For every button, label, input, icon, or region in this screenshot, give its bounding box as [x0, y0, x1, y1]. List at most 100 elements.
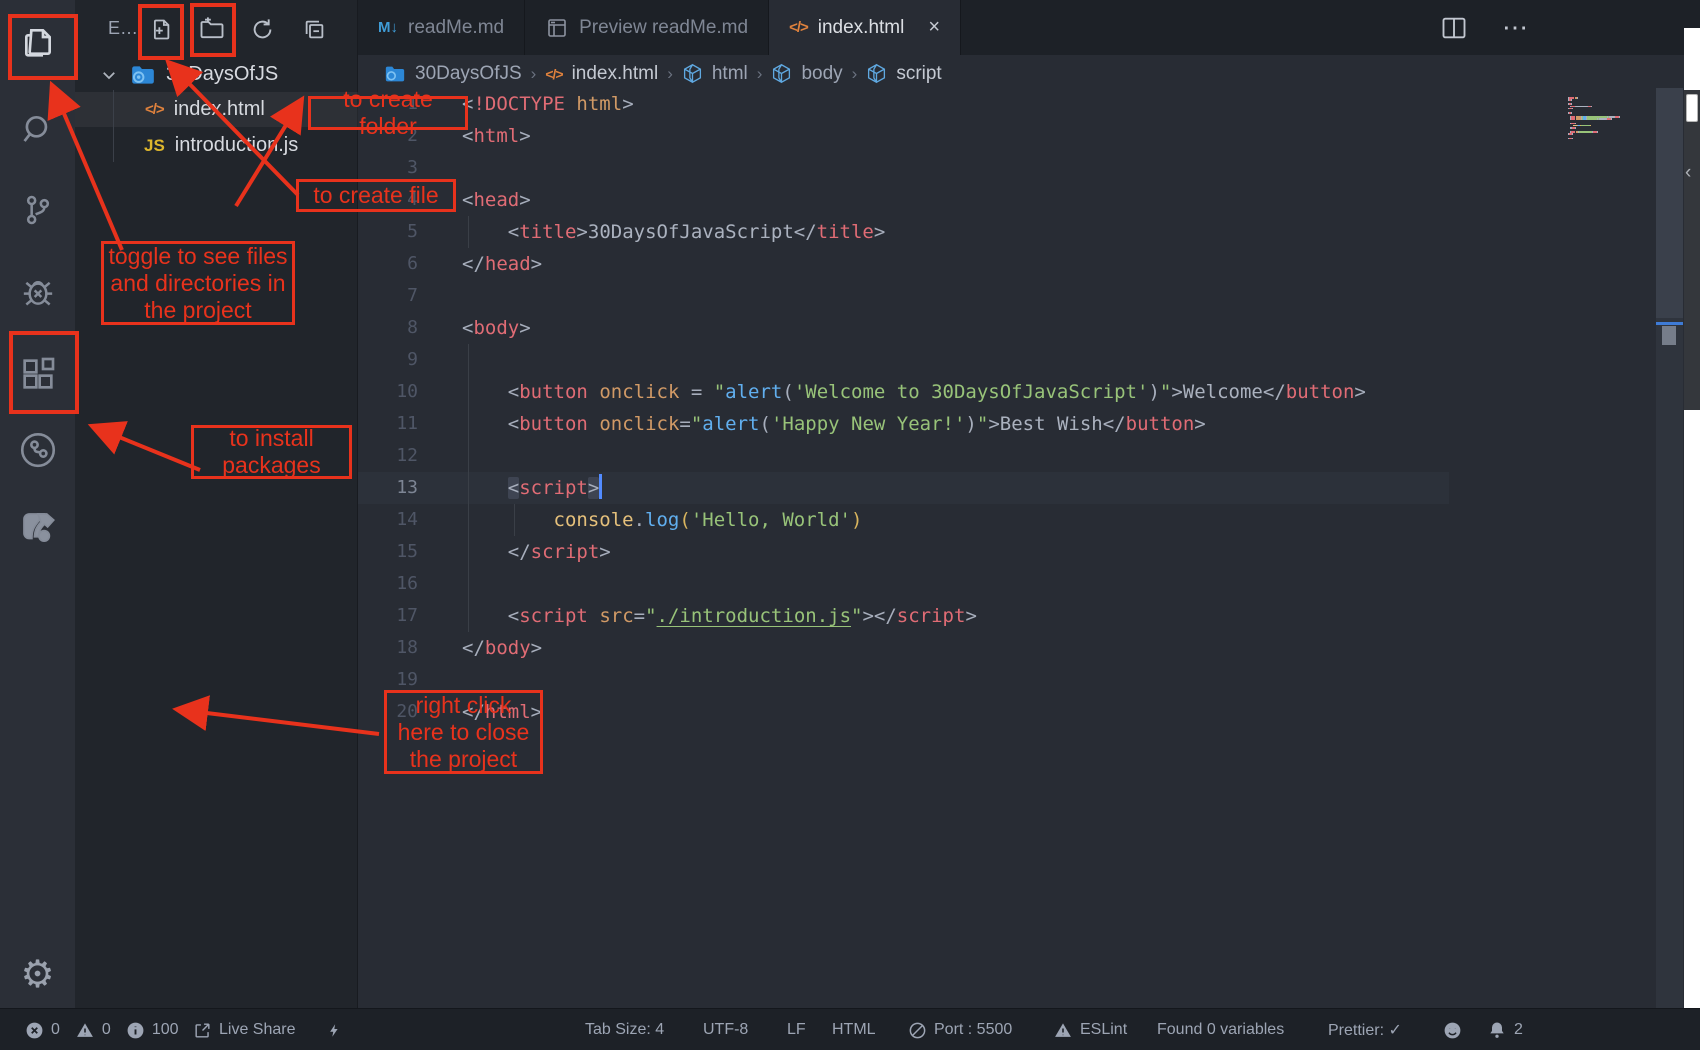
prettier-status[interactable]: Prettier: ✓ [1328, 1009, 1402, 1050]
live-share-status-icon [193, 1021, 212, 1040]
annotation-install-packages: to install packages [191, 425, 352, 479]
split-editor-icon[interactable] [1440, 14, 1468, 42]
annotation-ring-new-file [138, 4, 184, 60]
run-debug-icon[interactable] [0, 262, 75, 322]
folder-icon [130, 62, 156, 88]
indent-guide [514, 504, 515, 536]
code-line-5[interactable]: 5 <title>30DaysOfJavaScript</title> [358, 216, 1656, 248]
breadcrumb-separator: › [531, 64, 537, 84]
annotation-ring-new-folder [190, 3, 236, 57]
line-number: 9 [358, 344, 418, 376]
port-status[interactable]: Port : 5500 [908, 1009, 1012, 1050]
code-line-4[interactable]: 4<head> [358, 184, 1656, 216]
code-line-9[interactable]: 9 [358, 344, 1656, 376]
code-line-2[interactable]: 2<html> [358, 120, 1656, 152]
annotation-toggle-files: toggle to see files and directories in t… [101, 241, 295, 325]
bolt-status[interactable] [327, 1009, 342, 1050]
tab-size-status[interactable]: Tab Size: 4 [585, 1009, 664, 1050]
line-number: 15 [358, 536, 418, 568]
line-number: 6 [358, 248, 418, 280]
breadcrumb-node[interactable]: html [712, 63, 748, 85]
tab-label: Preview readMe.md [579, 17, 748, 39]
html-code-icon: </> [545, 66, 562, 82]
scrollbar-track[interactable] [1656, 88, 1683, 1008]
breadcrumb-separator: › [852, 64, 858, 84]
live-share-session-icon[interactable] [0, 420, 75, 480]
feedback-smiley[interactable] [1442, 1009, 1463, 1050]
more-actions-icon[interactable]: ⋯ [1502, 12, 1530, 43]
line-number: 8 [358, 312, 418, 344]
live-share-button[interactable]: Live Share [193, 1009, 296, 1050]
breadcrumb-node[interactable]: script [896, 63, 941, 85]
line-number: 5 [358, 216, 418, 248]
eslint-status[interactable]: ESLint [1053, 1009, 1127, 1050]
info-count: 100 [152, 1021, 179, 1039]
code-line-17[interactable]: 17 <script src="./introduction.js"></scr… [358, 600, 1656, 632]
code-line-13[interactable]: 13 <script> [358, 472, 1656, 504]
file-label: index.html [174, 98, 265, 121]
symbol-cube-icon [771, 63, 792, 84]
tab-readme-md[interactable]: M↓ readMe.md [358, 0, 525, 55]
line-number: 18 [358, 632, 418, 664]
code-line-14[interactable]: 14 console.log('Hello, World') [358, 504, 1656, 536]
folder-icon [384, 63, 406, 85]
chevron-left-icon: ‹ [1685, 162, 1691, 184]
code-line-10[interactable]: 10 <button onclick = "alert('Welcome to … [358, 376, 1656, 408]
edge-artifact [1684, 28, 1700, 90]
live-share-icon[interactable] [0, 498, 75, 558]
code-editor[interactable]: 1<!DOCTYPE html>2<html>34<head>5 <title>… [358, 88, 1656, 1008]
notifications-bell[interactable]: 2 [1487, 1009, 1523, 1050]
activity-bar: ⚙ [0, 0, 75, 1050]
refresh-icon[interactable] [246, 13, 278, 45]
breadcrumb-file[interactable]: index.html [572, 63, 659, 85]
language-mode-status[interactable]: HTML [832, 1009, 876, 1050]
scrollbar-thumb[interactable] [1662, 326, 1676, 345]
line-number: 10 [358, 376, 418, 408]
problems-status[interactable]: 0 0 100 [25, 1009, 179, 1050]
eol-status[interactable]: LF [787, 1009, 806, 1050]
breadcrumb-separator: › [667, 64, 673, 84]
explorer-sidebar: E… [75, 0, 358, 1008]
breadcrumb-node[interactable]: body [801, 63, 842, 85]
code-line-3[interactable]: 3 [358, 152, 1656, 184]
code-line-15[interactable]: 15 </script> [358, 536, 1656, 568]
variables-status[interactable]: Found 0 variables [1157, 1009, 1284, 1050]
code-line-16[interactable]: 16 [358, 568, 1656, 600]
tab-label: readMe.md [408, 17, 504, 39]
close-icon[interactable]: × [928, 16, 940, 39]
collapse-all-icon[interactable] [298, 13, 330, 45]
code-line-7[interactable]: 7 [358, 280, 1656, 312]
tab-label: index.html [818, 17, 905, 39]
editor-actions: ⋯ [1440, 0, 1530, 55]
encoding-status[interactable]: UTF-8 [703, 1009, 748, 1050]
encoding-label: UTF-8 [703, 1021, 748, 1039]
code-line-18[interactable]: 18</body> [358, 632, 1656, 664]
info-icon [126, 1021, 145, 1040]
port-icon [908, 1021, 927, 1040]
search-icon[interactable] [0, 100, 75, 160]
minimap-slider[interactable] [1656, 88, 1683, 318]
settings-gear-icon[interactable]: ⚙ [0, 944, 75, 1004]
source-control-icon[interactable] [0, 180, 75, 240]
symbol-cube-icon [866, 63, 887, 84]
line-number: 17 [358, 600, 418, 632]
code-line-11[interactable]: 11 <button onclick="alert('Happy New Yea… [358, 408, 1656, 440]
lightning-icon [327, 1020, 342, 1041]
minimap[interactable] [1568, 97, 1628, 140]
code-line-19[interactable]: 19 [358, 664, 1656, 696]
tab-preview-readme[interactable]: Preview readMe.md [525, 0, 769, 55]
breadcrumb-separator: › [757, 64, 763, 84]
code-line-6[interactable]: 6</head> [358, 248, 1656, 280]
code-line-20[interactable]: 20</html> [358, 696, 1656, 728]
code-line-8[interactable]: 8<body> [358, 312, 1656, 344]
code-line-12[interactable]: 12 [358, 440, 1656, 472]
warning-count: 0 [102, 1021, 111, 1039]
breadcrumb-folder[interactable]: 30DaysOfJS [415, 63, 522, 85]
chevron-down-icon [100, 66, 118, 84]
eslint-warning-icon [1053, 1021, 1073, 1040]
eol-label: LF [787, 1021, 806, 1039]
code-line-1[interactable]: 1<!DOCTYPE html> [358, 88, 1656, 120]
edge-artifact: ‹ [1684, 90, 1700, 410]
vscode-window: ⚙ E… [0, 0, 1700, 1050]
tab-index-html[interactable]: </> index.html × [769, 0, 961, 55]
